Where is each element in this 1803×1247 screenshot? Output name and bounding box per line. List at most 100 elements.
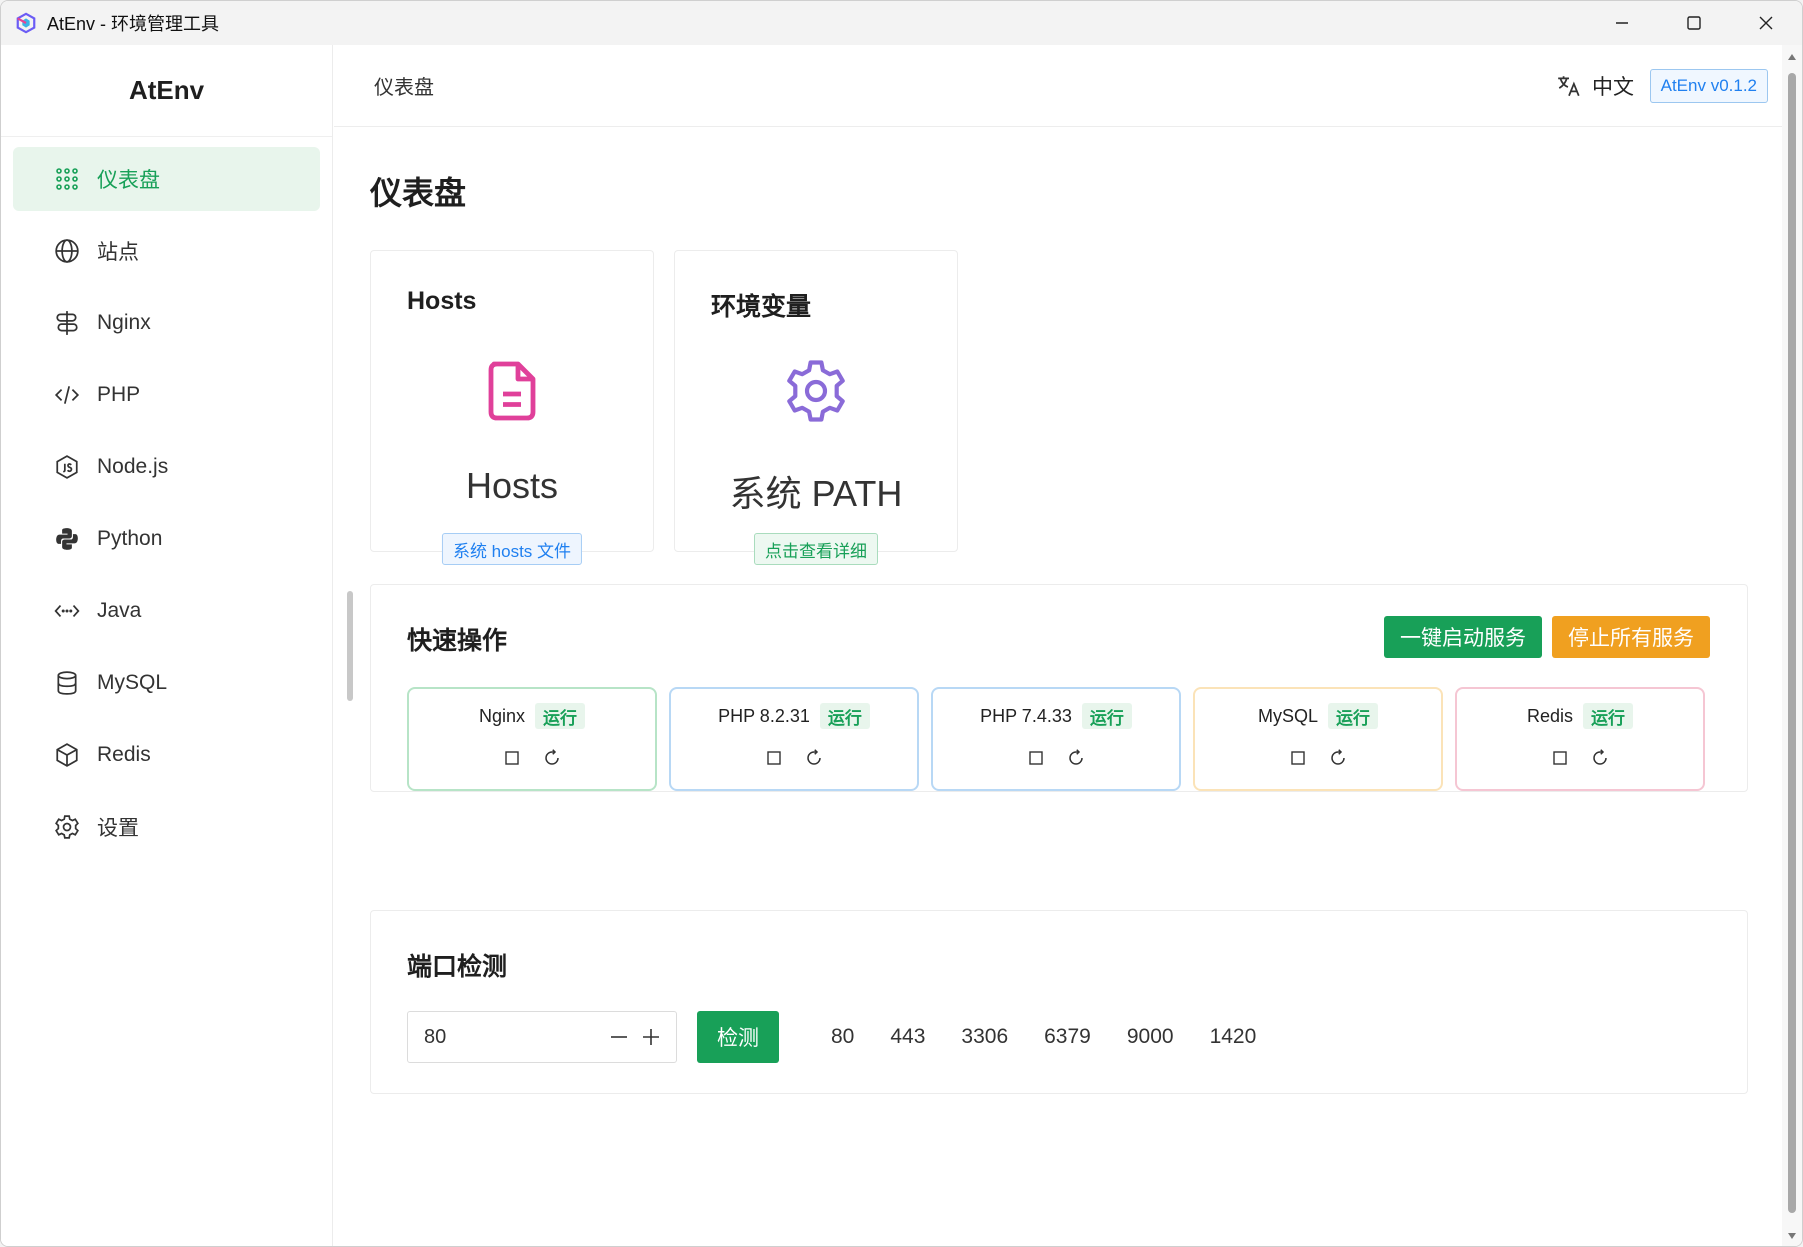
status-badge: 运行 <box>1081 703 1132 729</box>
scroll-down-icon[interactable] <box>1786 1230 1798 1242</box>
sidebar-item-label: Redis <box>97 743 151 766</box>
dashboard-grid-icon <box>53 165 81 193</box>
service-name: MySQL <box>1257 705 1318 726</box>
restart-service-button[interactable] <box>541 747 563 769</box>
breadcrumb: 仪表盘 <box>374 77 434 99</box>
restart-service-button[interactable] <box>1327 747 1349 769</box>
quick-port-list: 80 443 3306 6379 9000 1420 <box>813 1011 1274 1063</box>
minimize-icon <box>1616 22 1628 24</box>
window-title: AtEnv - 环境管理工具 <box>47 14 220 34</box>
restart-icon <box>545 749 559 765</box>
sidebar-item-nodejs[interactable]: Node.js <box>13 435 320 499</box>
port-check-card: 端口检测 检测 80 443 3306 6379 9000 1420 <box>370 910 1748 1094</box>
version-badge: AtEnv v0.1.2 <box>1649 69 1768 103</box>
plus-icon <box>643 1029 659 1045</box>
language-label: 中文 <box>1592 76 1634 99</box>
main-content: 仪表盘 Hosts Hosts 系统 hosts 文件 环境变量 系统 PATH… <box>334 128 1784 1246</box>
stop-square-icon <box>505 751 519 765</box>
sidebar-item-php[interactable]: PHP <box>13 363 320 427</box>
sidebar-item-java[interactable]: Java <box>13 579 320 643</box>
sidebar-item-mysql[interactable]: MySQL <box>13 651 320 715</box>
quick-port-chip[interactable]: 443 <box>872 1025 943 1049</box>
quick-port-chip[interactable]: 1420 <box>1192 1025 1275 1049</box>
stop-square-icon <box>1029 751 1043 765</box>
restart-service-button[interactable] <box>803 747 825 769</box>
port-stepper <box>407 1011 677 1063</box>
start-all-button[interactable]: 一键启动服务 <box>1384 616 1542 658</box>
stop-service-button[interactable] <box>1549 747 1571 769</box>
brand-title: AtEnv <box>1 45 332 137</box>
sidebar-item-redis[interactable]: Redis <box>13 723 320 787</box>
env-detail-tag[interactable]: 点击查看详细 <box>754 533 878 565</box>
quick-port-chip[interactable]: 9000 <box>1109 1025 1192 1049</box>
card-title: 端口检测 <box>407 953 508 981</box>
page-title: 仪表盘 <box>370 175 467 211</box>
status-badge: 运行 <box>819 703 870 729</box>
quick-port-chip[interactable]: 3306 <box>943 1025 1026 1049</box>
card-title: Hosts <box>407 287 477 315</box>
sidebar-item-label: PHP <box>97 383 141 406</box>
service-card-mysql: MySQL 运行 <box>1193 687 1443 791</box>
maximize-button[interactable] <box>1658 1 1730 45</box>
gear-icon <box>787 360 845 422</box>
sidebar-item-dashboard[interactable]: 仪表盘 <box>13 147 320 211</box>
restart-icon <box>807 749 821 765</box>
sidebar-item-settings[interactable]: 设置 <box>13 795 320 859</box>
sidebar-item-nginx[interactable]: Nginx <box>13 291 320 355</box>
sidebar-item-label: 设置 <box>97 817 139 840</box>
scrollbar-thumb[interactable] <box>1788 73 1796 1213</box>
service-card-redis: Redis 运行 <box>1455 687 1705 791</box>
card-main-text: Hosts <box>465 465 559 506</box>
restart-icon <box>1331 749 1345 765</box>
gear-icon <box>53 813 81 841</box>
quick-port-chip[interactable]: 6379 <box>1026 1025 1109 1049</box>
service-name: PHP 8.2.31 <box>718 705 810 726</box>
signpost-icon <box>53 309 81 337</box>
service-name: Nginx <box>478 705 526 726</box>
status-badge: 运行 <box>1328 703 1378 729</box>
restart-service-button[interactable] <box>1065 747 1087 769</box>
sidebar-item-label: Java <box>97 599 142 622</box>
increment-button[interactable] <box>640 1026 662 1048</box>
hosts-card[interactable]: Hosts Hosts 系统 hosts 文件 <box>370 250 654 565</box>
scroll-up-icon[interactable] <box>1786 51 1798 63</box>
service-card-php74: PHP 7.4.33 运行 <box>931 687 1181 791</box>
check-port-button[interactable]: 检测 <box>697 1011 779 1063</box>
stop-square-icon <box>1553 751 1567 765</box>
maximize-icon <box>1687 16 1701 30</box>
sidebar-item-sites[interactable]: 站点 <box>13 219 320 283</box>
stop-service-button[interactable] <box>763 747 785 769</box>
main-scrollbar[interactable] <box>1782 45 1802 1246</box>
code-icon <box>53 381 81 409</box>
sidebar-item-label: MySQL <box>97 671 168 694</box>
stop-service-button[interactable] <box>501 747 523 769</box>
close-button[interactable] <box>1730 1 1802 45</box>
hosts-file-tag[interactable]: 系统 hosts 文件 <box>441 533 583 565</box>
env-card[interactable]: 环境变量 系统 PATH 点击查看详细 <box>674 250 958 565</box>
sidebar: AtEnv 仪表盘 站点 Nginx PHP Node.js Python Ja… <box>1 45 333 1246</box>
decrement-button[interactable] <box>608 1026 630 1048</box>
restart-service-button[interactable] <box>1589 747 1611 769</box>
header: 仪表盘 中文 AtEnv v0.1.2 <box>334 45 1784 127</box>
code-dots-icon <box>53 597 81 625</box>
stop-all-button[interactable]: 停止所有服务 <box>1552 616 1710 658</box>
stop-service-button[interactable] <box>1025 747 1047 769</box>
quick-port-chip[interactable]: 80 <box>813 1025 872 1049</box>
card-main-text: 系统 PATH <box>729 473 903 514</box>
language-switcher[interactable]: 中文 <box>1556 71 1634 101</box>
database-icon <box>53 669 81 697</box>
port-input[interactable] <box>424 1025 594 1049</box>
cube-icon <box>53 741 81 769</box>
minimize-button[interactable] <box>1586 1 1658 45</box>
service-card-nginx: Nginx 运行 <box>407 687 657 791</box>
sidebar-item-label: Node.js <box>97 455 169 478</box>
service-name: PHP 7.4.33 <box>980 705 1072 726</box>
card-title: 快速操作 <box>407 627 508 655</box>
file-document-icon <box>488 361 536 421</box>
sidebar-item-label: Python <box>97 527 163 550</box>
service-name: Redis <box>1526 705 1574 726</box>
service-card-php82: PHP 8.2.31 运行 <box>669 687 919 791</box>
stop-service-button[interactable] <box>1287 747 1309 769</box>
python-icon <box>53 525 81 553</box>
sidebar-item-python[interactable]: Python <box>13 507 320 571</box>
